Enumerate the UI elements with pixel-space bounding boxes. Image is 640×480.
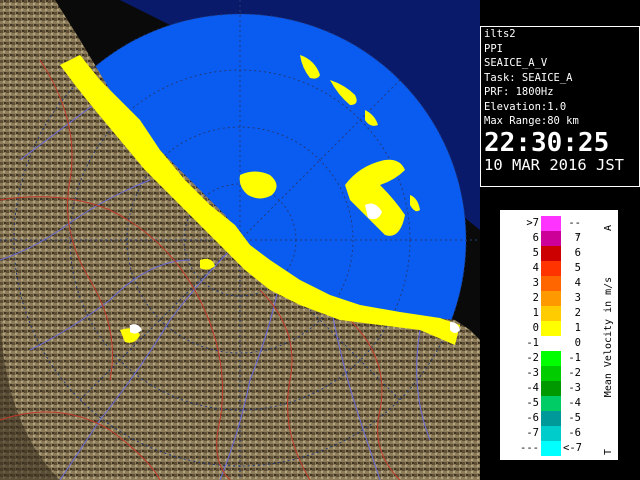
legend-lower-label: -7: [526, 427, 539, 439]
legend-upper-label: 0: [574, 337, 581, 349]
legend-upper-label: -2: [568, 367, 581, 379]
radar-map-canvas: [0, 0, 480, 480]
legend-bottom-marker: T: [603, 449, 614, 455]
legend-lower-label: -1: [526, 337, 539, 349]
legend-upper-label: 7: [574, 232, 581, 244]
legend-lower-label: -5: [526, 397, 539, 409]
legend-color-swatch: [541, 276, 561, 291]
scan-date: 10 MAR 2016 JST: [484, 155, 624, 174]
site-name: ilts2: [484, 28, 516, 40]
legend-lower-label: 6: [532, 232, 539, 244]
legend-upper-label: -6: [568, 427, 581, 439]
legend-color-swatch: [541, 291, 561, 306]
legend-color-swatch: [541, 306, 561, 321]
legend-title: Mean Velocity in m/s: [603, 277, 614, 397]
legend-title-block: A Mean Velocity in m/s T: [603, 225, 614, 455]
legend-top-marker: A: [603, 225, 614, 231]
legend-lower-label: -6: [526, 412, 539, 424]
legend-lower-label: 1: [532, 307, 539, 319]
radar-map-view[interactable]: [0, 0, 480, 480]
legend-upper-label: -3: [568, 382, 581, 394]
legend-color-swatch: [541, 246, 561, 261]
legend-upper-label: 6: [574, 247, 581, 259]
legend-color-swatch: [541, 426, 561, 441]
legend-color-swatch: [541, 261, 561, 276]
legend-color-swatch: [541, 231, 561, 246]
legend-color-swatch: [541, 396, 561, 411]
legend-color-swatch: [541, 411, 561, 426]
max-range-value: Max Range:80 km: [484, 115, 579, 127]
legend-lower-label: 3: [532, 277, 539, 289]
legend-lower-label: -2: [526, 352, 539, 364]
legend-upper-label: 2: [574, 307, 581, 319]
prf-value: PRF: 1800Hz: [484, 86, 554, 98]
legend-color-swatch: [541, 321, 561, 336]
task-name: Task: SEAICE_A: [484, 71, 573, 84]
legend-lower-label: ---: [520, 442, 539, 454]
legend-upper-label: 4: [574, 277, 581, 289]
legend-upper-label: -4: [568, 397, 581, 409]
legend-upper-label: -5: [568, 412, 581, 424]
scan-info-panel: ilts2 PPI SEAICE_A_V Task: SEAICE_A PRF:…: [480, 26, 640, 187]
legend-lower-label: 5: [532, 247, 539, 259]
scan-type: PPI: [484, 42, 503, 55]
legend-color-swatch: [541, 216, 561, 231]
legend-lower-label: 4: [532, 262, 539, 274]
legend-upper-label: 3: [574, 292, 581, 304]
legend-upper-label: 1: [574, 322, 581, 334]
scan-time: 22:30:25: [484, 127, 610, 158]
legend-color-swatch: [541, 336, 561, 351]
legend-upper-label: <-7: [563, 442, 582, 454]
legend-color-swatch: [541, 351, 561, 366]
velocity-legend: >7 --- 6 7 5 6 4 5 3 4 2 3 1 2 0 1 -1 0 -2 -1 -3 -2 -4 -3 -5 -4 -6…: [500, 210, 618, 460]
legend-lower-label: 2: [532, 292, 539, 304]
legend-lower-label: -3: [526, 367, 539, 379]
legend-lower-label: >7: [526, 217, 539, 229]
legend-upper-label: -1: [568, 352, 581, 364]
product-name: SEAICE_A_V: [484, 57, 548, 69]
legend-lower-label: 0: [532, 322, 539, 334]
legend-color-swatch: [541, 366, 561, 381]
legend-color-swatch: [541, 381, 561, 396]
legend-color-swatch: [541, 441, 561, 456]
legend-lower-label: -4: [526, 382, 539, 394]
elevation-value: Elevation:1.0: [484, 100, 567, 113]
legend-upper-label: 5: [574, 262, 581, 274]
